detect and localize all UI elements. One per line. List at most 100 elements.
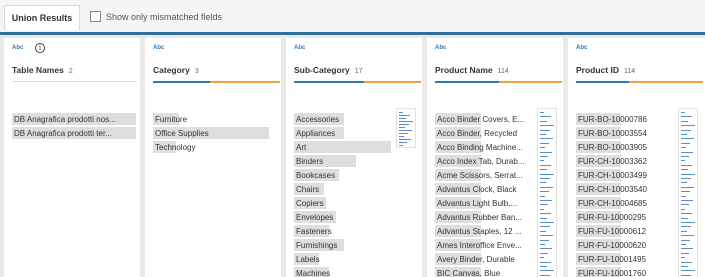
value-label: FUR-CH-10004685 xyxy=(578,199,647,208)
value-row[interactable]: FUR-CH-10003499 xyxy=(576,169,647,183)
histogram-line xyxy=(681,186,694,188)
value-row[interactable]: Appliances xyxy=(294,127,344,141)
histogram-line xyxy=(681,169,688,171)
histogram-scrollbar[interactable] xyxy=(678,108,698,277)
histogram-line xyxy=(681,222,695,223)
value-row[interactable]: Technology xyxy=(153,141,209,155)
histogram-line xyxy=(681,235,694,237)
value-row[interactable]: Envelopes xyxy=(294,211,339,225)
value-row[interactable]: FUR-FU-10001495 xyxy=(576,253,647,267)
value-row[interactable]: Acco Binder Covers, E... xyxy=(435,113,524,127)
value-row[interactable]: Fasteners xyxy=(294,225,339,239)
value-row[interactable]: FUR-BO-10000786 xyxy=(576,113,647,127)
histogram-scrollbar[interactable] xyxy=(537,108,557,277)
value-label: Binders xyxy=(296,157,324,166)
histogram-line xyxy=(681,160,685,162)
value-label: Appliances xyxy=(296,129,336,138)
underline-blue-segment xyxy=(435,81,499,83)
value-row[interactable]: Avery Binder, Durable xyxy=(435,253,524,267)
histogram-line xyxy=(399,127,405,128)
histogram-line xyxy=(540,191,549,193)
value-label: Machines xyxy=(296,269,331,277)
histogram-line xyxy=(399,136,404,137)
value-list: Accessories Appliances Art Binders Bookcases… xyxy=(294,113,391,277)
mismatch-toggle[interactable]: Show only mismatched fields xyxy=(90,11,222,22)
value-row[interactable]: BIC Canvas, Blue xyxy=(435,267,524,277)
value-label: FUR-CH-10003362 xyxy=(578,157,647,166)
histogram-line xyxy=(399,142,407,143)
value-row[interactable]: FUR-CH-10003540 xyxy=(576,183,647,197)
value-label: FUR-BO-10003905 xyxy=(578,143,647,152)
histogram-line xyxy=(681,266,688,267)
histogram-line xyxy=(681,252,689,254)
value-label: Advantus Staples, 12 ... xyxy=(437,227,522,236)
value-row[interactable]: Office Supplies xyxy=(153,127,269,141)
column-header[interactable]: Table Names 2 xyxy=(12,65,73,75)
value-row[interactable]: DB Anagrafica prodotti nos... xyxy=(12,113,136,127)
value-row[interactable]: FUR-CH-10004685 xyxy=(576,197,647,211)
histogram-line xyxy=(540,208,544,210)
histogram-line xyxy=(681,248,693,250)
value-row[interactable]: Advantus Clock, Black xyxy=(435,183,524,197)
value-row[interactable]: Advantus Rubber Ban... xyxy=(435,211,524,225)
column-header[interactable]: Category 3 xyxy=(153,65,199,75)
mismatch-checkbox[interactable] xyxy=(90,11,101,22)
value-row[interactable]: FUR-CH-10003362 xyxy=(576,155,647,169)
union-results-tab[interactable]: Union Results xyxy=(4,5,80,30)
column-header-underline xyxy=(294,81,421,83)
value-row[interactable]: Copiers xyxy=(294,197,339,211)
histogram-line xyxy=(540,257,544,259)
value-row[interactable]: Binders xyxy=(294,155,356,169)
value-row[interactable]: FUR-FU-10001760 xyxy=(576,267,647,277)
histogram-line xyxy=(681,200,693,201)
value-row[interactable]: FUR-FU-10000612 xyxy=(576,225,647,239)
histogram-line xyxy=(540,230,546,232)
value-row[interactable]: Ames Interoffice Enve... xyxy=(435,239,524,253)
value-row[interactable]: Bookcases xyxy=(294,169,339,183)
profile-card-product-id: Abc Product ID 114 FUR-BO-10000786 FUR-BO-10… xyxy=(568,38,705,277)
value-row[interactable]: DB Anagrafica prodotti ter... xyxy=(12,127,136,141)
value-row[interactable]: Chairs xyxy=(294,183,339,197)
histogram-line xyxy=(681,129,691,131)
value-row[interactable]: Machines xyxy=(294,267,339,277)
column-header[interactable]: Product ID 114 xyxy=(576,65,635,75)
histogram-line xyxy=(540,182,546,184)
value-list: Acco Binder Covers, E... Acco Binder, Rec… xyxy=(435,113,524,277)
info-icon[interactable]: i xyxy=(35,43,45,53)
column-name: Category xyxy=(153,65,190,75)
value-row[interactable]: Labels xyxy=(294,253,339,267)
value-row[interactable]: Acco Binder, Recycled xyxy=(435,127,524,141)
column-name: Sub-Category xyxy=(294,65,350,75)
value-label: Advantus Rubber Ban... xyxy=(437,213,522,222)
value-row[interactable]: Advantus Light Bulb,... xyxy=(435,197,524,211)
value-row[interactable]: Acco Index Tab, Durab... xyxy=(435,155,524,169)
value-row[interactable]: Acme Scissors, Serrat... xyxy=(435,169,524,183)
value-row[interactable]: FUR-BO-10003905 xyxy=(576,141,647,155)
value-row[interactable]: FUR-FU-10000620 xyxy=(576,239,647,253)
histogram-line xyxy=(540,270,554,272)
value-row[interactable]: Art xyxy=(294,141,391,155)
histogram-line xyxy=(540,112,544,113)
histogram-line xyxy=(681,191,690,193)
histogram-line xyxy=(540,204,548,206)
histogram-line xyxy=(681,270,695,272)
value-label: Furniture xyxy=(155,115,188,124)
histogram-line xyxy=(540,116,551,118)
value-row[interactable]: Furnishings xyxy=(294,239,344,253)
value-row[interactable]: Furniture xyxy=(153,113,209,127)
histogram-line xyxy=(540,173,554,175)
histogram-scrollbar[interactable] xyxy=(396,108,416,148)
value-row[interactable]: Accessories xyxy=(294,113,344,127)
value-row[interactable]: FUR-BO-10003554 xyxy=(576,127,647,141)
column-header[interactable]: Product Name 114 xyxy=(435,65,509,75)
histogram-line xyxy=(540,142,549,144)
column-header[interactable]: Sub-Category 17 xyxy=(294,65,363,75)
histogram-line xyxy=(540,213,551,215)
histogram-line xyxy=(681,257,685,259)
value-row[interactable]: FUR-FU-10000295 xyxy=(576,211,647,225)
histogram-line xyxy=(540,244,545,245)
value-bar xyxy=(294,141,391,153)
value-row[interactable]: Acco Binding Machine... xyxy=(435,141,524,155)
value-row[interactable]: Advantus Staples, 12 ... xyxy=(435,225,524,239)
value-label: Office Supplies xyxy=(155,129,209,138)
